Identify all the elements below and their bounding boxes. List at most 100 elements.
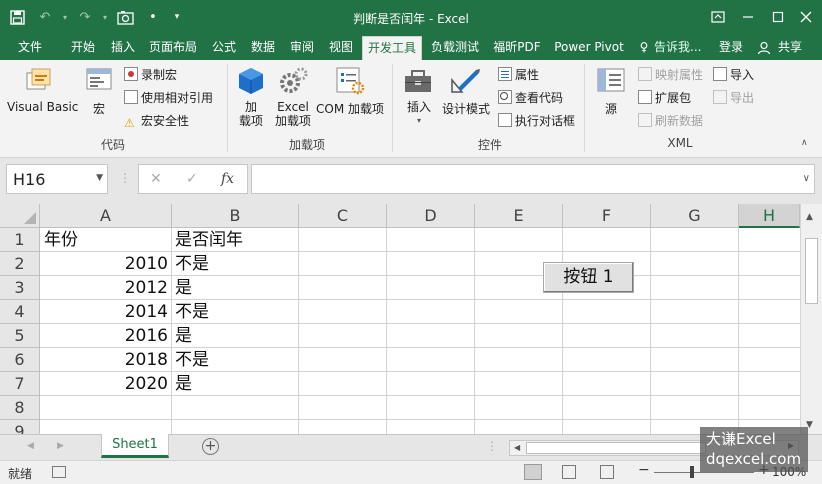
record-macro-button[interactable]: 录制宏 xyxy=(124,66,177,83)
cell-b1[interactable]: 是否闰年 xyxy=(172,228,298,252)
scroll-left-icon[interactable]: ◀ xyxy=(514,443,520,452)
insert-control-button[interactable]: 插入 ▾ xyxy=(404,100,434,128)
row-header-9[interactable]: 9 xyxy=(0,420,40,434)
row-header-6[interactable]: 6 xyxy=(0,348,40,372)
tab-foxit-pdf[interactable]: 福昕PDF xyxy=(488,36,546,60)
tab-developer[interactable]: 开发工具 xyxy=(362,36,422,60)
export-button[interactable]: 导出 xyxy=(713,89,754,106)
cell-b6[interactable]: 不是 xyxy=(172,348,298,372)
cell-a5[interactable]: 2016 xyxy=(41,324,171,348)
cell-a2[interactable]: 2010 xyxy=(41,252,171,276)
page-layout-view-icon[interactable] xyxy=(562,465,576,479)
zoom-slider[interactable] xyxy=(654,472,754,473)
macro-security-button[interactable]: ⚠ 宏安全性 xyxy=(124,112,189,130)
properties-button[interactable]: 属性 xyxy=(498,66,539,83)
insert-function-icon[interactable]: fx xyxy=(221,171,234,187)
cell-a1[interactable]: 年份 xyxy=(41,228,171,252)
cell-b2[interactable]: 不是 xyxy=(172,252,298,276)
row-header-3[interactable]: 3 xyxy=(0,276,40,300)
minimize-icon[interactable] xyxy=(737,6,759,28)
formula-bar-grip-icon[interactable]: ⋮ xyxy=(119,171,131,185)
tab-formulas[interactable]: 公式 xyxy=(206,36,242,60)
row-header-4[interactable]: 4 xyxy=(0,300,40,324)
run-dialog-button[interactable]: 执行对话框 xyxy=(498,112,575,129)
xml-source-button[interactable]: 源 xyxy=(605,100,617,117)
tell-me-box[interactable]: 告诉我... xyxy=(654,36,708,60)
share-button[interactable]: 共享 xyxy=(774,36,806,60)
tab-split-grip-icon[interactable]: ⋮ xyxy=(486,439,498,453)
tab-load-test[interactable]: 负载测试 xyxy=(426,36,484,60)
vertical-scroll-thumb[interactable] xyxy=(805,238,818,304)
design-mode-button[interactable]: 设计模式 xyxy=(442,100,490,117)
tab-view[interactable]: 视图 xyxy=(323,36,359,60)
column-header-b[interactable]: B xyxy=(172,204,299,228)
column-header-h[interactable]: H xyxy=(739,204,800,228)
row-header-1[interactable]: 1 xyxy=(0,228,40,252)
form-button-1[interactable]: 按钮 1 xyxy=(543,262,634,293)
row-header-5[interactable]: 5 xyxy=(0,324,40,348)
column-header-f[interactable]: F xyxy=(563,204,651,228)
expansion-packs-button[interactable]: 扩展包 xyxy=(638,89,691,106)
zoom-out-icon[interactable]: − xyxy=(638,462,650,478)
addins-button[interactable]: 加 载项 xyxy=(236,100,266,128)
select-all-button[interactable] xyxy=(0,204,40,228)
sheet-scroll-right-icon[interactable]: ▶ xyxy=(57,441,64,451)
cell-a6[interactable]: 2018 xyxy=(41,348,171,372)
row-header-2[interactable]: 2 xyxy=(0,252,40,276)
tab-review[interactable]: 审阅 xyxy=(284,36,320,60)
visual-basic-button[interactable]: Visual Basic xyxy=(7,100,78,114)
close-icon[interactable] xyxy=(795,6,817,28)
cell-a3[interactable]: 2012 xyxy=(41,276,171,300)
row-header-7[interactable]: 7 xyxy=(0,372,40,396)
enter-icon[interactable]: ✓ xyxy=(186,171,198,187)
cell-b7[interactable]: 是 xyxy=(172,372,298,396)
tab-data[interactable]: 数据 xyxy=(245,36,281,60)
sign-in-link[interactable]: 登录 xyxy=(714,36,748,60)
cancel-icon[interactable]: ✕ xyxy=(150,171,162,187)
cell-b3[interactable]: 是 xyxy=(172,276,298,300)
normal-view-icon[interactable] xyxy=(524,464,542,480)
view-code-button[interactable]: 查看代码 xyxy=(498,89,563,106)
name-box-dropdown-icon[interactable]: ▼ xyxy=(96,173,103,183)
tab-file[interactable]: 文件 xyxy=(8,36,52,60)
sheet-tab-sheet1[interactable]: Sheet1 xyxy=(101,434,169,458)
add-sheet-icon[interactable]: + xyxy=(202,438,219,455)
cell-a4[interactable]: 2014 xyxy=(41,300,171,324)
expand-formula-bar-icon[interactable]: ∨ xyxy=(803,173,810,184)
collapse-ribbon-icon[interactable]: ∧ xyxy=(801,138,808,148)
scroll-up-icon[interactable]: ▲ xyxy=(806,212,813,222)
column-header-c[interactable]: C xyxy=(299,204,387,228)
zoom-slider-thumb[interactable] xyxy=(690,466,694,478)
ribbon-tab-bar: 文件 开始 插入 页面布局 公式 数据 审阅 视图 开发工具 负载测试 福昕PD… xyxy=(0,36,822,60)
cell-b4[interactable]: 不是 xyxy=(172,300,298,324)
cell-b5[interactable]: 是 xyxy=(172,324,298,348)
sheet-scroll-left-icon[interactable]: ◀ xyxy=(27,441,34,451)
tab-page-layout[interactable]: 页面布局 xyxy=(144,36,202,60)
worksheet-grid[interactable]: A B C D E F G H 1 2 3 4 5 6 7 8 9 年份 是否闰… xyxy=(0,204,800,434)
name-box[interactable]: H16 ▼ xyxy=(6,164,108,194)
macro-record-status-icon[interactable] xyxy=(52,466,66,478)
restore-icon[interactable] xyxy=(767,6,789,28)
tab-home[interactable]: 开始 xyxy=(62,36,104,60)
map-properties-button[interactable]: 映射属性 xyxy=(638,66,703,83)
column-header-e[interactable]: E xyxy=(475,204,563,228)
cell-a7[interactable]: 2020 xyxy=(41,372,171,396)
column-header-g[interactable]: G xyxy=(651,204,739,228)
relative-reference-button[interactable]: 使用相对引用 xyxy=(124,89,213,106)
tab-insert[interactable]: 插入 xyxy=(104,36,142,60)
column-header-a[interactable]: A xyxy=(40,204,172,228)
macros-button[interactable]: 宏 xyxy=(93,100,105,117)
column-header-d[interactable]: D xyxy=(387,204,475,228)
row-header-8[interactable]: 8 xyxy=(0,396,40,420)
com-addins-button[interactable]: COM 加载项 xyxy=(316,100,384,117)
vertical-scrollbar[interactable]: ▲ ▼ xyxy=(800,204,822,434)
macros-icon xyxy=(84,66,116,96)
excel-addins-button[interactable]: Excel 加载项 xyxy=(272,100,314,128)
ribbon-display-options-icon[interactable] xyxy=(707,6,729,28)
import-button[interactable]: 导入 xyxy=(713,66,754,83)
refresh-data-button[interactable]: 刷新数据 xyxy=(638,112,703,129)
tab-power-pivot[interactable]: Power Pivot xyxy=(550,36,628,60)
formula-input[interactable]: ∨ xyxy=(251,164,815,194)
horizontal-scroll-thumb[interactable] xyxy=(526,442,706,454)
page-break-view-icon[interactable] xyxy=(600,465,614,479)
